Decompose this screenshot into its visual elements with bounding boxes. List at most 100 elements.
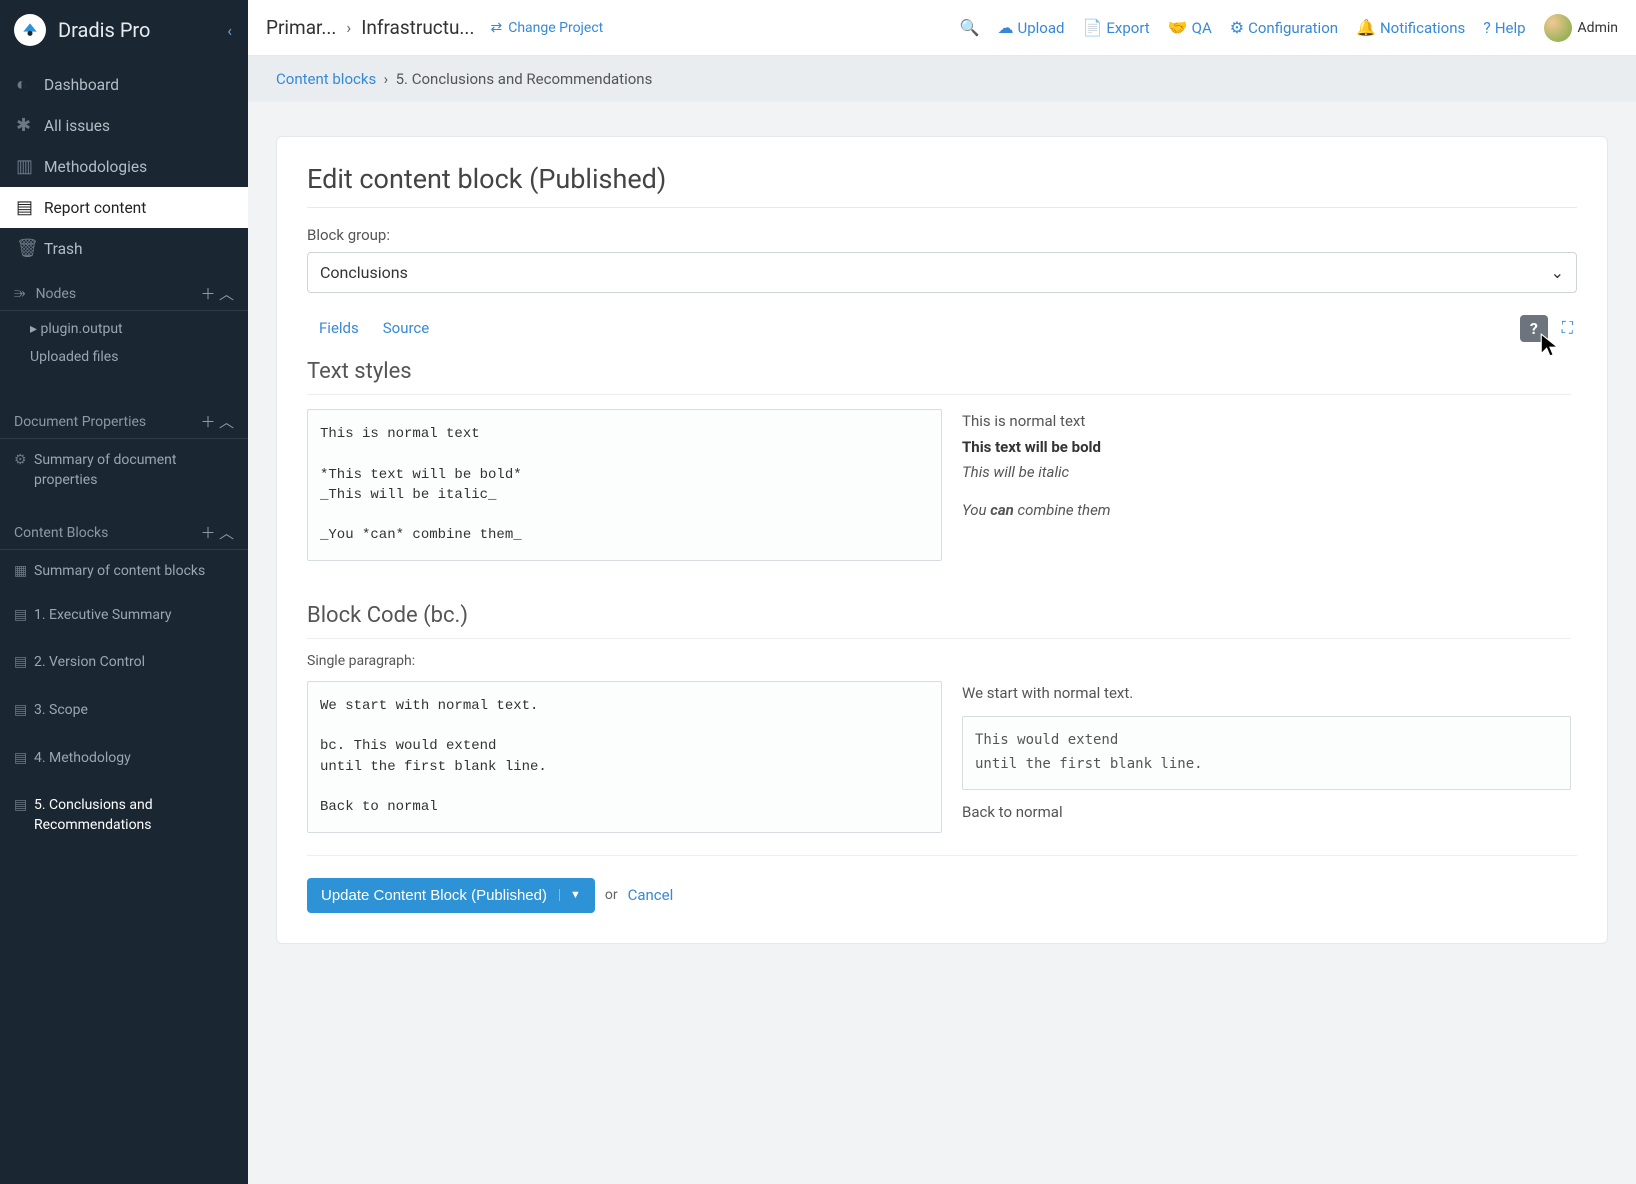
avatar	[1544, 14, 1572, 42]
chevron-down-icon: ⌄	[1551, 263, 1564, 282]
blockcode-source: We start with normal text. bc. This woul…	[307, 681, 942, 833]
chevron-right-icon: ›	[384, 70, 389, 88]
admin-menu[interactable]: Admin	[1544, 14, 1618, 42]
export-link[interactable]: 📄Export	[1082, 18, 1149, 37]
sitemap-icon: ⭄	[14, 286, 26, 302]
update-content-block-button[interactable]: Update Content Block (Published) ▼	[307, 878, 595, 913]
breadcrumb-current: 5. Conclusions and Recommendations	[396, 70, 653, 88]
configuration-link[interactable]: ⚙Configuration	[1230, 18, 1338, 37]
blockcode-preview: We start with normal text. This would ex…	[962, 681, 1571, 826]
caret-down-icon[interactable]: ▼	[559, 889, 581, 901]
sidebar: Dradis Pro ‹ ◐Dashboard ✱All issues ▥Met…	[0, 0, 248, 1184]
nodes-add-icon[interactable]: ＋	[200, 283, 215, 304]
change-project-link[interactable]: ⇄Change Project	[490, 20, 603, 36]
section-title: Nodes	[36, 286, 77, 302]
brand[interactable]: Dradis Pro ‹	[0, 0, 248, 60]
cblocks-header: Content Blocks ＋ ︿	[0, 512, 248, 550]
cloud-upload-icon: ☁	[998, 18, 1014, 37]
sidebar-item-reportcontent[interactable]: ▤Report content	[0, 187, 248, 228]
cblocks-summary-link[interactable]: ▦Summary of content blocks	[0, 554, 248, 590]
gear-icon: ⚙	[1230, 18, 1244, 37]
section-title: Content Blocks	[14, 525, 108, 541]
sidebar-item-label: Methodologies	[44, 158, 147, 176]
sidebar-item-label: Report content	[44, 199, 146, 217]
textstyles-source: This is normal text *This text will be b…	[307, 409, 942, 561]
or-text: or	[605, 887, 618, 903]
file-icon: ▤	[16, 197, 44, 218]
preview-line: We start with normal text.	[962, 681, 1571, 707]
nodes-header: ⭄ Nodes ＋ ︿	[0, 273, 248, 311]
breadcrumb: Content blocks › 5. Conclusions and Reco…	[248, 56, 1636, 102]
search-icon[interactable]: 🔍	[960, 18, 980, 37]
section-text-styles: Text styles	[307, 347, 1571, 395]
cblocks-collapse-icon[interactable]: ︿	[219, 522, 234, 543]
tab-fields[interactable]: Fields	[307, 311, 371, 345]
brand-text: Dradis Pro	[58, 18, 150, 42]
section-block-code: Block Code (bc.)	[307, 591, 1571, 639]
sidebar-item-dashboard[interactable]: ◐Dashboard	[0, 64, 248, 105]
topbar: Primar... › Infrastructu... ⇄Change Proj…	[248, 0, 1636, 56]
cblocks-add-icon[interactable]: ＋	[200, 522, 215, 543]
textstyles-preview: This is normal text This text will be bo…	[962, 409, 1571, 523]
docprops-collapse-icon[interactable]: ︿	[219, 411, 234, 432]
docprops-header: Document Properties ＋ ︿	[0, 401, 248, 439]
cblock-item-2[interactable]: ▤2. Version Control	[0, 645, 248, 681]
handshake-icon: 🤝	[1168, 18, 1188, 37]
single-paragraph-label: Single paragraph:	[307, 653, 1571, 669]
cblock-item-3[interactable]: ▤3. Scope	[0, 693, 248, 729]
main: Edit content block (Published) Block gro…	[248, 0, 1636, 1012]
cblock-item-4[interactable]: ▤4. Methodology	[0, 741, 248, 777]
bell-icon: 🔔	[1356, 18, 1376, 37]
brand-logo-icon	[14, 14, 46, 46]
upload-link[interactable]: ☁Upload	[998, 18, 1065, 37]
project-crumb-1[interactable]: Primar...	[266, 16, 336, 39]
node-uploaded-files[interactable]: Uploaded files	[0, 343, 248, 371]
trash-icon: 🗑	[16, 238, 44, 259]
editor-scroll[interactable]: Text styles This is normal text *This te…	[307, 347, 1577, 833]
cogs-icon: ⚙	[14, 451, 34, 471]
file-icon: ▤	[14, 796, 34, 816]
nodes-collapse-icon[interactable]: ︿	[219, 283, 234, 304]
help-link[interactable]: ?Help	[1483, 18, 1525, 37]
breadcrumb-content-blocks[interactable]: Content blocks	[276, 70, 376, 88]
sidebar-collapse-icon[interactable]: ‹	[227, 21, 232, 40]
preview-line: Back to normal	[962, 800, 1571, 826]
sidebar-item-trash[interactable]: 🗑Trash	[0, 228, 248, 269]
gauge-icon: ◐	[16, 74, 44, 95]
preview-line: This is normal text	[962, 409, 1571, 435]
sidebar-item-allissues[interactable]: ✱All issues	[0, 105, 248, 146]
node-plugin-output[interactable]: ▸ plugin.output	[0, 315, 248, 343]
sidebar-item-methodologies[interactable]: ▥Methodologies	[0, 146, 248, 187]
preview-code: This would extend until the first blank …	[962, 716, 1571, 790]
file-icon: ▤	[14, 653, 34, 673]
formatting-help-button[interactable]: ?	[1520, 315, 1548, 342]
columns-icon: ▥	[16, 156, 44, 177]
preview-line: This text will be bold	[962, 435, 1571, 461]
block-group-select[interactable]: Conclusions ⌄	[307, 252, 1577, 293]
sidebar-item-label: Trash	[44, 240, 83, 258]
section-title: Document Properties	[14, 414, 146, 430]
question-icon: ?	[1483, 18, 1491, 37]
project-crumb-2[interactable]: Infrastructu...	[361, 16, 474, 39]
block-group-label: Block group:	[307, 226, 1577, 244]
docprops-summary-link[interactable]: ⚙Summary of document properties	[0, 443, 248, 498]
file-icon: ▤	[14, 606, 34, 626]
preview-line: This will be italic	[962, 460, 1571, 486]
qa-link[interactable]: 🤝QA	[1168, 18, 1212, 37]
sidebar-item-label: Dashboard	[44, 76, 119, 94]
fullscreen-icon[interactable]: ⛶	[1558, 314, 1577, 342]
docprops-add-icon[interactable]: ＋	[200, 411, 215, 432]
shuffle-icon: ⇄	[490, 20, 502, 36]
page-title: Edit content block (Published)	[307, 163, 1577, 208]
notifications-link[interactable]: 🔔Notifications	[1356, 18, 1465, 37]
cblock-item-5[interactable]: ▤5. Conclusions and Recommendations	[0, 788, 248, 843]
cblock-item-1[interactable]: ▤1. Executive Summary	[0, 598, 248, 634]
table-icon: ▦	[14, 562, 34, 582]
sidebar-item-label: All issues	[44, 117, 110, 135]
bug-icon: ✱	[16, 115, 44, 136]
file-icon: ▤	[14, 701, 34, 721]
chevron-right-icon: ›	[346, 18, 351, 37]
cancel-link[interactable]: Cancel	[628, 886, 674, 904]
edit-panel: Edit content block (Published) Block gro…	[276, 136, 1608, 944]
tab-source[interactable]: Source	[371, 311, 441, 345]
